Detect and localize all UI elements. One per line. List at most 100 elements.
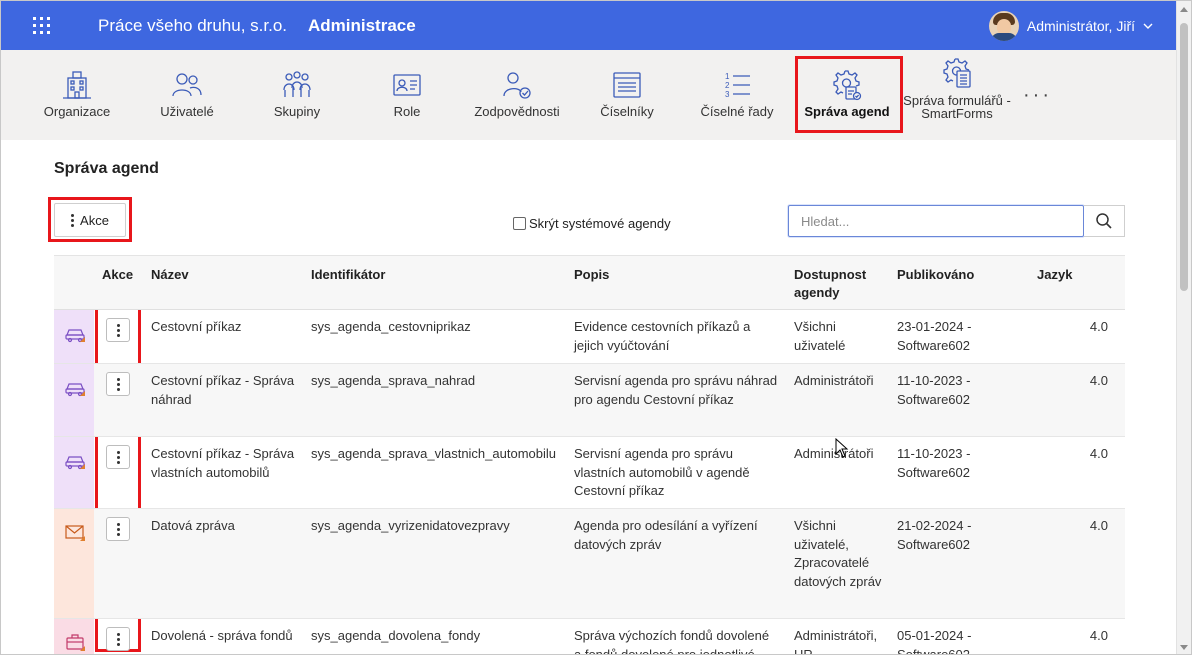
agenda-language-version: 4.0: [1089, 319, 1108, 334]
more-icon[interactable]: ···: [1023, 84, 1052, 107]
agenda-color-stripe: [54, 364, 94, 436]
agenda-color-stripe: [54, 437, 94, 508]
column-header-akce[interactable]: Akce: [102, 266, 133, 284]
mouse-cursor-icon: [835, 438, 849, 458]
agenda-published: 21-02-2024 - Software602: [897, 518, 972, 552]
gear-document-icon: [833, 70, 862, 101]
gear-form-icon: [943, 58, 971, 88]
agenda-language-version: 4.0: [1089, 373, 1108, 388]
agenda-published: 11-10-2023 - Software602: [897, 446, 971, 480]
agenda-availability: Všichni uživatelé: [794, 319, 846, 353]
row-actions-button[interactable]: [106, 627, 130, 651]
table-row[interactable]: Dovolená - správa fondů sys_agenda_dovole…: [54, 619, 1125, 655]
company-name[interactable]: Práce všeho druhu, s.r.o.: [98, 16, 287, 36]
agenda-name[interactable]: Cestovní příkaz - Správa náhrad: [151, 372, 301, 409]
user-menu[interactable]: Administrátor, Jiří: [988, 11, 1153, 41]
agenda-published: 23-01-2024 - Software602: [897, 319, 972, 353]
agenda-published: 11-10-2023 - Software602: [897, 373, 971, 407]
ribbon-item-sprava-formularu[interactable]: Správa formulářů - SmartForms: [902, 50, 1012, 140]
ribbon-item-sprava-agend[interactable]: Správa agend: [792, 50, 902, 140]
page-title: Správa agend: [54, 160, 159, 177]
table-header: Akce Název Identifikátor Popis Dostupnos…: [54, 255, 1125, 310]
agenda-name[interactable]: Cestovní příkaz: [151, 318, 301, 337]
users-icon: [172, 73, 202, 97]
agenda-availability: Administrátoři: [794, 373, 874, 388]
agenda-language-version: 4.0: [1089, 628, 1108, 643]
column-header-publikovano[interactable]: Publikováno: [897, 266, 974, 284]
row-actions-button[interactable]: [106, 445, 130, 469]
kebab-icon: [116, 323, 120, 337]
ribbon-label: Číselníky: [600, 104, 654, 119]
app-window: Práce všeho druhu, s.r.o. Administrace A…: [0, 0, 1192, 655]
agenda-identifier: sys_agenda_vyrizenidatovezpravy: [311, 518, 510, 533]
column-header-nazev[interactable]: Název: [151, 266, 189, 284]
column-header-dostupnost[interactable]: Dostupnost agendy: [794, 266, 884, 302]
ribbon-item-role[interactable]: Role: [352, 50, 462, 140]
user-check-icon: [503, 72, 531, 99]
section-title[interactable]: Administrace: [308, 16, 416, 36]
table-row[interactable]: Cestovní příkaz sys_agenda_cestovniprikaz…: [54, 310, 1125, 364]
agenda-name[interactable]: Datová zpráva: [151, 517, 301, 536]
agenda-name[interactable]: Dovolená - správa fondů: [151, 627, 301, 646]
svg-text:3: 3: [725, 90, 730, 99]
ribbon-item-organizace[interactable]: Organizace: [22, 50, 132, 140]
column-header-jazyk[interactable]: Jazyk: [1037, 266, 1072, 284]
ribbon-item-uzivatele[interactable]: Uživatelé: [132, 50, 242, 140]
ribbon-label: Číselné řady: [700, 104, 774, 119]
ribbon-label: Organizace: [43, 104, 111, 119]
row-actions-button[interactable]: [106, 372, 130, 396]
avatar: [988, 11, 1019, 41]
agenda-availability: Administrátoři, HR: [794, 628, 878, 655]
svg-text:1: 1: [725, 72, 730, 81]
ribbon-item-ciselniky[interactable]: Číselníky: [572, 50, 682, 140]
id-card-icon: [393, 74, 421, 96]
ribbon-item-zodpovednosti[interactable]: Zodpovědnosti: [462, 50, 572, 140]
agenda-language-version: 4.0: [1089, 446, 1108, 461]
chevron-down-icon: [1143, 23, 1153, 29]
agenda-description: Servisní agenda pro správu vlastních aut…: [574, 446, 750, 498]
column-header-popis[interactable]: Popis: [574, 266, 609, 284]
kebab-icon: [116, 450, 120, 464]
agenda-availability: Všichni uživatelé, Zpracovatelé datových…: [794, 518, 882, 589]
ribbon-item-skupiny[interactable]: Skupiny: [242, 50, 352, 140]
agenda-description: Servisní agenda pro správu náhrad pro ag…: [574, 373, 778, 407]
row-actions-button[interactable]: [106, 318, 130, 342]
ribbon-label: Skupiny: [273, 104, 321, 119]
agenda-description: Evidence cestovních příkazů a jejich vyú…: [574, 319, 751, 353]
agenda-language-version: 4.0: [1089, 518, 1108, 533]
search-button[interactable]: [1084, 205, 1125, 237]
kebab-icon: [71, 213, 75, 227]
agenda-identifier: sys_agenda_sprava_vlastnich_automobilu: [311, 446, 556, 461]
row-actions-button[interactable]: [106, 517, 130, 541]
top-bar: Práce všeho druhu, s.r.o. Administrace A…: [1, 1, 1177, 50]
table-row[interactable]: Cestovní příkaz - Správa vlastních autom…: [54, 437, 1125, 509]
agenda-name[interactable]: Cestovní příkaz - Správa vlastních autom…: [151, 445, 301, 482]
svg-text:2: 2: [725, 81, 730, 90]
vertical-scrollbar[interactable]: [1176, 1, 1191, 654]
ribbon-item-ciselne-rady[interactable]: 1 2 3 Číselné řady: [682, 50, 792, 140]
ribbon-label: Uživatelé: [160, 104, 214, 119]
hide-system-agendas-checkbox[interactable]: Skrýt systémové agendy: [513, 216, 671, 231]
list-window-icon: [613, 72, 641, 98]
search-input[interactable]: [788, 205, 1084, 237]
scroll-thumb[interactable]: [1180, 23, 1188, 291]
app-launcher-icon[interactable]: [33, 17, 50, 34]
hide-system-label: Skrýt systémové agendy: [529, 216, 671, 231]
agenda-published: 05-01-2024 - Software602: [897, 628, 972, 655]
scroll-down-icon[interactable]: [1180, 645, 1188, 650]
scroll-up-icon[interactable]: [1180, 7, 1188, 12]
group-icon: [283, 71, 311, 97]
user-name: Administrátor, Jiří: [1026, 18, 1135, 34]
kebab-icon: [116, 632, 120, 646]
table-row[interactable]: Cestovní příkaz - Správa náhrad sys_agend…: [54, 364, 1125, 437]
agenda-description: Agenda pro odesílání a vyřízení datových…: [574, 518, 758, 552]
admin-ribbon: Organizace Uživatelé Skupiny Role Zodpov…: [1, 50, 1177, 140]
column-header-identifikator[interactable]: Identifikátor: [311, 266, 385, 284]
table-row[interactable]: Datová zpráva sys_agenda_vyrizenidatovezp…: [54, 509, 1125, 619]
kebab-icon: [116, 377, 120, 391]
actions-button[interactable]: Akce: [54, 203, 126, 237]
ribbon-label: Role: [393, 104, 421, 119]
table-body: Cestovní příkaz sys_agenda_cestovniprikaz…: [54, 310, 1125, 655]
checkbox-box[interactable]: [513, 217, 526, 230]
actions-label: Akce: [80, 212, 109, 228]
